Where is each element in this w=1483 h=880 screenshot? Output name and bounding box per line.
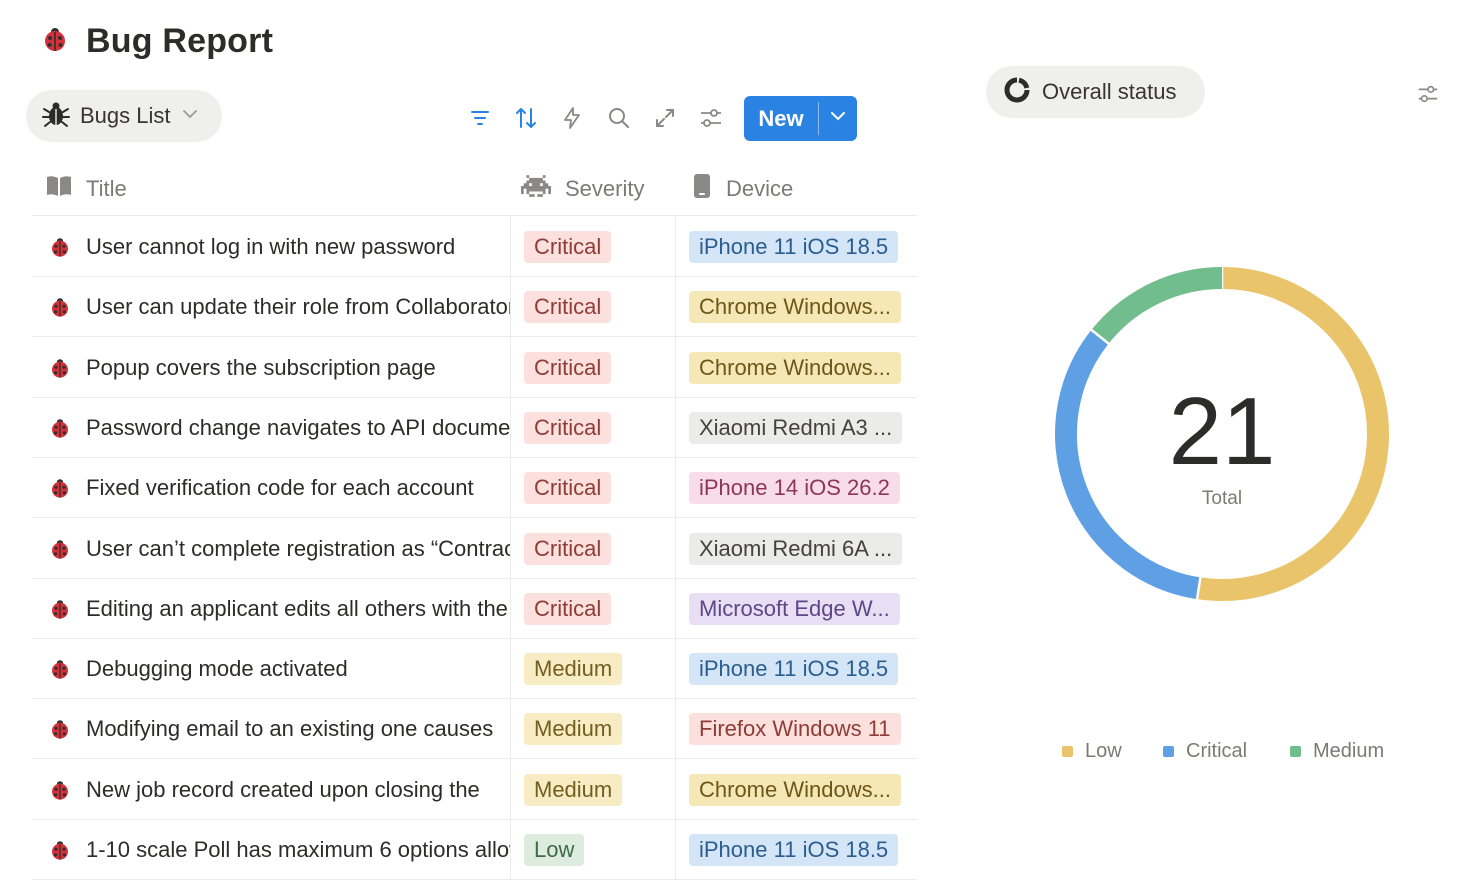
legend-label: Medium: [1313, 740, 1385, 762]
severity-badge: Critical: [524, 592, 612, 625]
ladybug-icon: [48, 537, 72, 566]
device-badge: Chrome Windows...: [689, 773, 901, 806]
ladybug-icon: [48, 717, 72, 746]
page-title: Bug Report: [86, 22, 274, 60]
severity-badge: Critical: [524, 231, 612, 263]
legend-item-critical[interactable]: Critical: [1163, 740, 1247, 763]
book-icon: [46, 174, 72, 204]
column-header-severity-label: Severity: [565, 176, 645, 201]
column-header-severity[interactable]: Severity: [521, 170, 644, 208]
ladybug-icon: [48, 356, 72, 385]
row-title[interactable]: User can update their role from Collabor…: [86, 277, 510, 337]
column-header-title[interactable]: Title: [46, 170, 127, 208]
chart-total-value: 21: [1169, 378, 1276, 485]
space-invader-icon: [521, 174, 551, 204]
row-title[interactable]: Popup covers the subscription page: [86, 338, 510, 398]
row-title[interactable]: New job record created upon closing the: [86, 760, 510, 820]
table-row[interactable]: Popup covers the subscription page Critic…: [32, 338, 917, 398]
overall-status-label: Overall status: [1042, 79, 1177, 104]
settings-sliders-icon[interactable]: [696, 103, 726, 133]
expand-icon[interactable]: [650, 103, 680, 133]
view-tab-bugs-list[interactable]: Bugs List: [26, 90, 222, 142]
new-dropdown-button[interactable]: [819, 96, 857, 141]
ladybug-icon: [48, 657, 72, 686]
table-row[interactable]: Password change navigates to API documen…: [32, 398, 917, 458]
ladybug-icon: [48, 838, 72, 867]
row-title[interactable]: User cannot log in with new password: [86, 217, 510, 277]
legend-swatch: [1163, 746, 1174, 757]
legend-label: Critical: [1186, 740, 1248, 762]
ladybug-icon: [48, 416, 72, 445]
severity-badge: Low: [524, 834, 585, 866]
table-row[interactable]: User cannot log in with new password Crit…: [32, 217, 917, 277]
donut-slice-medium[interactable]: [1091, 267, 1223, 344]
legend-label: Low: [1085, 740, 1122, 762]
row-title[interactable]: 1-10 scale Poll has maximum 6 options al…: [86, 820, 510, 880]
column-header-device-label: Device: [726, 176, 794, 201]
severity-badge: Critical: [524, 532, 612, 565]
ladybug-icon: [48, 778, 72, 807]
table-row[interactable]: Fixed verification code for each account…: [32, 458, 917, 519]
view-tab-label: Bugs List: [80, 103, 171, 128]
ladybug-icon: [48, 235, 72, 264]
column-header-device[interactable]: Device: [692, 170, 793, 208]
pie-chart-icon: [1004, 76, 1030, 108]
device-badge: iPhone 11 iOS 18.5: [689, 653, 899, 686]
legend-item-medium[interactable]: Medium: [1290, 740, 1384, 763]
chevron-down-icon: [829, 107, 847, 130]
new-button-label[interactable]: New: [744, 96, 818, 141]
legend-swatch: [1062, 746, 1073, 757]
table-row[interactable]: 1-10 scale Poll has maximum 6 options al…: [32, 820, 917, 880]
severity-badge: Medium: [524, 713, 623, 746]
severity-badge: Critical: [524, 411, 612, 444]
filter-icon[interactable]: [465, 103, 495, 133]
overall-status-button[interactable]: Overall status: [986, 66, 1205, 118]
phone-icon: [692, 173, 712, 205]
search-icon[interactable]: [604, 103, 634, 133]
device-badge: Xiaomi Redmi A3 ...: [689, 411, 903, 444]
severity-badge: Medium: [524, 773, 623, 806]
table-row[interactable]: Debugging mode activated Medium iPhone 11 …: [32, 639, 917, 700]
ladybug-icon: [48, 597, 72, 626]
page-header: Bug Report: [40, 22, 273, 61]
bug-icon: [42, 100, 70, 133]
ladybug-icon: [40, 24, 70, 59]
device-badge: Chrome Windows...: [689, 351, 901, 384]
table-row[interactable]: User can update their role from Collabor…: [32, 277, 917, 338]
row-title[interactable]: Modifying email to an existing one cause…: [86, 699, 510, 759]
severity-badge: Critical: [524, 472, 612, 505]
device-badge: Firefox Windows 11: [689, 713, 901, 746]
chart-total-caption: Total: [1202, 488, 1242, 509]
device-badge: iPhone 14 iOS 26.2: [689, 472, 900, 505]
ladybug-icon: [48, 295, 72, 324]
severity-badge: Critical: [524, 351, 612, 384]
sort-icon[interactable]: [511, 103, 541, 133]
table-row[interactable]: Editing an applicant edits all others wi…: [32, 579, 917, 639]
table-row[interactable]: User can’t complete registration as “Con…: [32, 519, 917, 579]
device-badge: Microsoft Edge W...: [689, 592, 900, 625]
status-donut-chart: 21 Total: [1055, 266, 1389, 601]
row-title[interactable]: Debugging mode activated: [86, 639, 510, 699]
legend-item-low[interactable]: Low: [1062, 740, 1122, 763]
device-badge: iPhone 11 iOS 18.5: [689, 834, 899, 866]
lightning-icon[interactable]: [557, 103, 587, 133]
row-title[interactable]: Password change navigates to API documen…: [86, 398, 510, 458]
chevron-down-icon: [181, 105, 199, 128]
column-header-title-label: Title: [86, 176, 127, 201]
device-badge: Chrome Windows...: [689, 291, 901, 324]
ladybug-icon: [48, 476, 72, 505]
device-badge: Xiaomi Redmi 6A ...: [689, 532, 903, 565]
row-title[interactable]: Editing an applicant edits all others wi…: [86, 579, 510, 639]
device-badge: iPhone 11 iOS 18.5: [689, 231, 899, 263]
severity-badge: Critical: [524, 291, 612, 324]
row-title[interactable]: User can’t complete registration as “Con…: [86, 519, 510, 579]
severity-badge: Medium: [524, 653, 623, 686]
legend-swatch: [1290, 746, 1301, 757]
new-button[interactable]: New: [744, 96, 857, 141]
row-title[interactable]: Fixed verification code for each account: [86, 458, 510, 518]
chart-settings-icon[interactable]: [1414, 80, 1442, 108]
table-row[interactable]: New job record created upon closing the M…: [32, 760, 917, 820]
table-row[interactable]: Modifying email to an existing one cause…: [32, 699, 917, 760]
